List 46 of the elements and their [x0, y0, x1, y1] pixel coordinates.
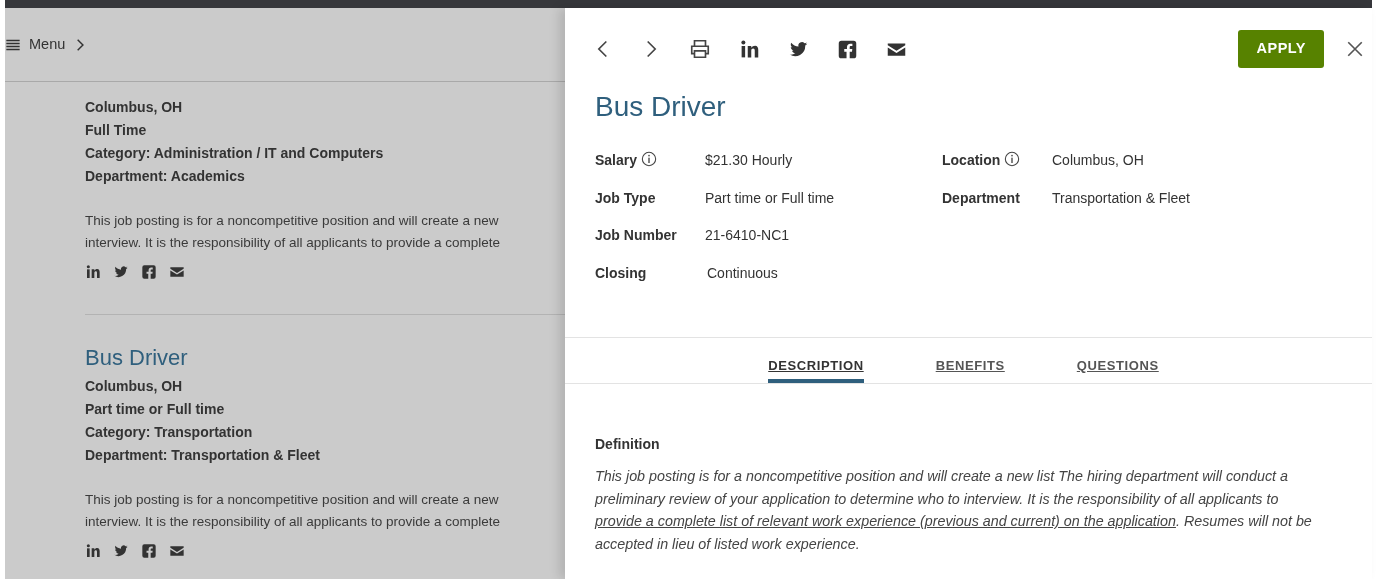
- printer-icon[interactable]: [689, 38, 711, 60]
- detail-label: Department: [942, 188, 1020, 208]
- job-title: Bus Driver: [594, 90, 727, 124]
- detail-value: $21.30 Hourly: [705, 151, 793, 170]
- apply-button[interactable]: APPLY: [1238, 30, 1324, 68]
- tab[interactable]: BENEFITS: [935, 338, 1005, 383]
- info-icon[interactable]: [641, 151, 658, 167]
- detail-value: Columbus, OH: [1052, 151, 1144, 170]
- description-text: This job posting is for a noncompetitive position and will create a new list The hiring department will conduct a preliminary review of your application to determine who to interview. It is the responsibility of all applicants to provide a complete list of relevant work experience (previous and current) on the application. Resumes will not be accepted in lieu of listed work experience.: [593, 467, 1313, 554]
- twitter-bird-icon[interactable]: [113, 264, 129, 280]
- detail-value: 21-6410-NC1: [705, 226, 790, 245]
- summary-text: interview. It is the responsibility of all applicants to provide a complete: [85, 234, 501, 252]
- linkedin-icon[interactable]: [739, 38, 760, 60]
- tab[interactable]: QUESTIONS: [1076, 338, 1159, 383]
- facebook-icon[interactable]: [141, 543, 157, 560]
- detail-value: Transportation & Fleet: [1052, 188, 1190, 208]
- detail-label: Location: [942, 151, 1001, 170]
- job-info-text: Department: Academics: [85, 167, 246, 186]
- section-heading: Definition: [594, 435, 661, 454]
- job-info-text: Full Time: [85, 121, 148, 140]
- detail-value: Continuous: [707, 263, 778, 283]
- job-info-text: Category: Transportation: [85, 423, 254, 443]
- detail-label: Salary: [595, 151, 638, 170]
- summary-text: This job posting is for a noncompetitive position and will create a new: [85, 212, 500, 230]
- detail-value: Part time or Full time: [705, 188, 835, 208]
- job-info-text: Columbus, OH: [85, 377, 184, 397]
- detail-label: Closing: [595, 263, 647, 283]
- detail-label: Job Type: [595, 188, 656, 208]
- job-info-text: Category: Administration / IT and Computers: [85, 144, 385, 163]
- job-info-text: Department: Transportation & Fleet: [85, 446, 321, 466]
- job-title-link[interactable]: Bus Driver: [85, 345, 565, 372]
- summary-text: This job posting is for a noncompetitive position and will create a new: [85, 491, 500, 510]
- linkedin-icon[interactable]: [85, 543, 101, 560]
- mail-icon[interactable]: [169, 264, 185, 280]
- job-info-text: Part time or Full time: [85, 400, 226, 420]
- job-info-text: Columbus, OH: [85, 98, 184, 117]
- tab[interactable]: DESCRIPTION: [768, 338, 864, 383]
- detail-label: Job Number: [595, 226, 677, 245]
- info-icon[interactable]: [1004, 151, 1021, 167]
- close-icon[interactable]: [1346, 40, 1364, 58]
- description-link[interactable]: provide a complete list of relevant work experience (previous and current) on the application: [595, 513, 1176, 529]
- menu-link[interactable]: Menu: [29, 33, 66, 56]
- facebook-icon[interactable]: [141, 264, 157, 280]
- facebook-icon[interactable]: [837, 38, 858, 60]
- linkedin-icon[interactable]: [85, 264, 101, 280]
- summary-text: interview. It is the responsibility of all applicants to provide a complete: [85, 513, 501, 532]
